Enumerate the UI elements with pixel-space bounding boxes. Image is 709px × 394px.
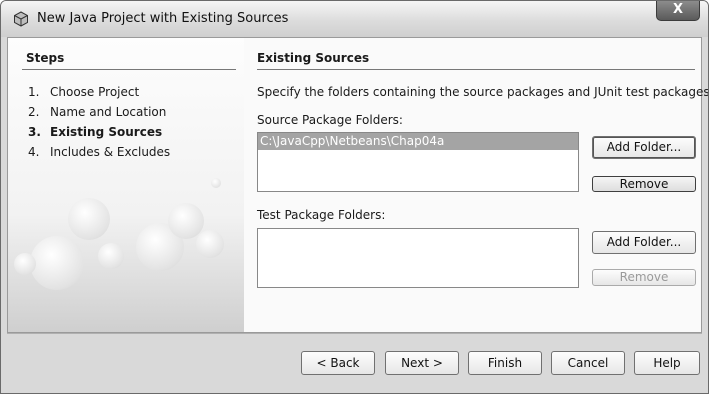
decorative-bubble <box>98 243 124 269</box>
wizard-content: Steps 1. Choose Project 2. Name and Locati… <box>7 37 708 333</box>
panel-divider <box>257 69 695 70</box>
step-name-and-location: 2. Name and Location <box>28 105 166 119</box>
window-title: New Java Project with Existing Sources <box>37 11 289 26</box>
step-choose-project: 1. Choose Project <box>28 85 139 99</box>
next-button[interactable]: Next > <box>385 351 459 375</box>
steps-divider <box>22 69 236 70</box>
step-label: Includes & Excludes <box>50 145 171 159</box>
step-number: 4. <box>28 145 40 159</box>
test-add-folder-button[interactable]: Add Folder... <box>592 231 696 254</box>
source-add-folder-button[interactable]: Add Folder... <box>592 136 696 159</box>
step-number: 1. <box>28 85 40 99</box>
back-button[interactable]: < Back <box>301 351 375 375</box>
step-number: 3. <box>28 125 41 139</box>
source-folder-item[interactable]: C:\JavaCpp\Netbeans\Chap04a <box>258 133 578 150</box>
decorative-bubble <box>196 230 224 258</box>
finish-button[interactable]: Finish <box>468 351 542 375</box>
test-folders-list[interactable] <box>257 228 579 288</box>
step-number: 2. <box>28 105 40 119</box>
dialog-window: New Java Project with Existing Sources X… <box>0 0 709 394</box>
steps-panel: Steps 1. Choose Project 2. Name and Locati… <box>8 38 244 332</box>
step-existing-sources: 3. Existing Sources <box>28 125 162 139</box>
decorative-bubble <box>211 178 221 188</box>
step-label: Name and Location <box>50 105 167 119</box>
source-folders-list[interactable]: C:\JavaCpp\Netbeans\Chap04a <box>257 132 579 192</box>
source-folders-label: Source Package Folders: <box>257 113 403 127</box>
decorative-bubble <box>68 198 110 240</box>
step-label: Choose Project <box>50 85 140 99</box>
cancel-button[interactable]: Cancel <box>551 351 625 375</box>
step-includes-excludes: 4. Includes & Excludes <box>28 145 170 159</box>
decorative-bubble <box>168 203 204 239</box>
footer-divider <box>7 333 702 334</box>
test-folders-label: Test Package Folders: <box>257 208 386 222</box>
test-remove-button: Remove <box>592 269 696 286</box>
step-label: Existing Sources <box>50 125 163 139</box>
java-project-icon <box>14 11 28 27</box>
existing-sources-panel: Existing Sources Specify the folders con… <box>244 38 708 332</box>
steps-title: Steps <box>26 51 65 65</box>
help-button[interactable]: Help <box>634 351 700 375</box>
decorative-bubble <box>14 253 36 275</box>
panel-title: Existing Sources <box>257 51 370 65</box>
panel-description: Specify the folders containing the sourc… <box>257 85 709 99</box>
close-icon: X <box>672 2 684 17</box>
title-bar[interactable]: New Java Project with Existing Sources X <box>1 1 708 37</box>
decorative-bubble <box>30 236 84 290</box>
source-remove-button[interactable]: Remove <box>592 176 696 192</box>
close-button[interactable]: X <box>656 1 700 21</box>
